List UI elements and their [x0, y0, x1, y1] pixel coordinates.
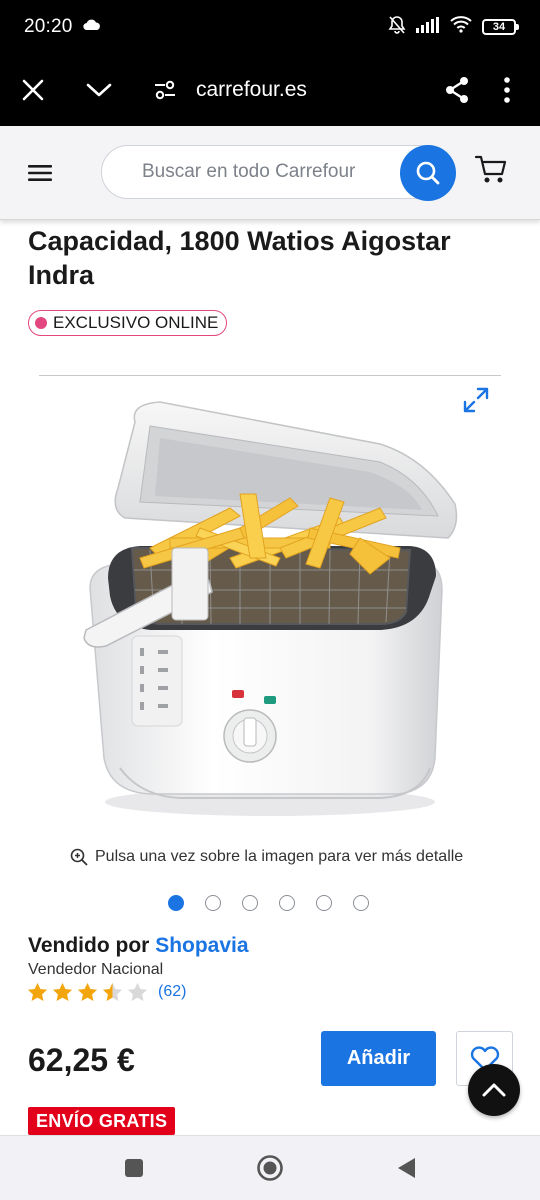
search-box [101, 145, 456, 201]
star-icon [127, 982, 148, 1001]
zoom-hint: Pulsa una vez sobre la imagen para ver m… [70, 848, 463, 866]
carousel-dot[interactable] [279, 895, 295, 911]
product-image[interactable] [80, 398, 460, 830]
cart-icon [474, 155, 507, 183]
seller-prefix: Vendido por [28, 934, 150, 957]
star-icon [52, 982, 73, 1001]
back-icon [398, 1158, 415, 1178]
cart-button[interactable] [474, 154, 512, 192]
search-icon [416, 161, 440, 185]
star-icon [27, 982, 48, 1001]
wifi-icon [450, 16, 472, 38]
home-button[interactable] [250, 1148, 290, 1188]
rating-count[interactable]: (62) [158, 983, 186, 1001]
chevron-down-icon [86, 83, 112, 97]
badge-label: EXCLUSIVO ONLINE [53, 313, 219, 332]
scroll-to-top-button[interactable] [468, 1064, 520, 1116]
price: 62,25 € [28, 1042, 135, 1078]
carousel-dot[interactable] [316, 895, 332, 911]
free-shipping-badge: ENVÍO GRATIS [28, 1107, 176, 1135]
menu-icon [28, 165, 52, 181]
star-icon [102, 982, 123, 1001]
site-header [0, 126, 540, 220]
status-bar: 20:20 34 [0, 0, 540, 54]
recents-icon [125, 1159, 143, 1177]
url-text[interactable]: carrefour.es [196, 78, 307, 102]
carousel-dot[interactable] [353, 895, 369, 911]
close-icon [22, 79, 44, 101]
browser-toolbar: carrefour.es [0, 54, 540, 126]
mute-icon [388, 15, 406, 40]
back-button[interactable] [386, 1148, 426, 1188]
rating[interactable]: (62) [27, 982, 186, 1002]
carousel-dot[interactable] [242, 895, 258, 911]
carousel-dot[interactable] [168, 895, 184, 911]
star-icon [77, 982, 98, 1001]
image-divider [39, 375, 501, 376]
search-button[interactable] [400, 145, 456, 201]
chevron-up-icon [482, 1083, 506, 1097]
minimize-button[interactable] [74, 65, 124, 115]
product-title: Capacidad, 1800 Watios Aigostar Indra [28, 226, 451, 290]
search-input[interactable] [142, 158, 392, 186]
signal-icon [416, 16, 440, 38]
seller-line: Vendido por Shopavia [28, 934, 249, 958]
share-button[interactable] [432, 65, 482, 115]
more-vert-icon [504, 77, 510, 103]
expand-icon [463, 387, 489, 413]
share-icon [446, 77, 468, 103]
system-nav-bar [0, 1135, 540, 1200]
status-time: 20:20 [24, 16, 73, 37]
zoom-hint-text: Pulsa una vez sobre la imagen para ver m… [95, 848, 464, 865]
tune-icon [155, 80, 175, 100]
badge-dot [35, 317, 47, 329]
exclusive-badge: EXCLUSIVO ONLINE [28, 310, 228, 336]
expand-image-button[interactable] [462, 386, 490, 414]
seller-link[interactable]: Shopavia [155, 934, 248, 957]
site-settings-button[interactable] [140, 65, 190, 115]
menu-button[interactable] [28, 158, 74, 188]
home-icon [257, 1155, 283, 1181]
zoom-in-icon [70, 848, 88, 866]
more-options-button[interactable] [482, 65, 532, 115]
carousel-dot[interactable] [205, 895, 221, 911]
rating-stars [27, 982, 148, 1002]
image-carousel-dots [168, 895, 369, 911]
seller-type: Vendedor Nacional [28, 961, 164, 978]
add-to-cart-button[interactable]: Añadir [321, 1031, 436, 1086]
recents-button[interactable] [114, 1148, 154, 1188]
battery-indicator: 34 [482, 19, 519, 35]
close-tab-button[interactable] [8, 65, 58, 115]
cloud-icon [82, 18, 101, 36]
